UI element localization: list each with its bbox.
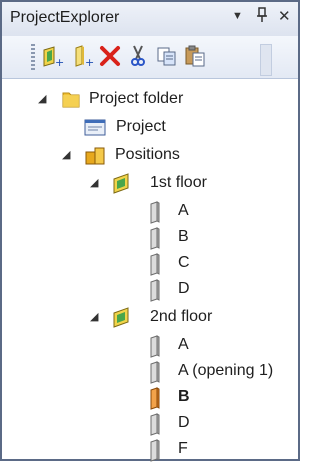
tree-node-element[interactable]: D bbox=[2, 278, 292, 304]
svg-text:+: + bbox=[55, 56, 64, 68]
pin-icon bbox=[257, 7, 267, 22]
element-icon bbox=[147, 412, 163, 441]
element-icon bbox=[147, 278, 163, 307]
tree-label: C bbox=[178, 254, 190, 271]
tree-label: A bbox=[178, 202, 189, 219]
tree-label: Positions bbox=[115, 146, 180, 163]
element-icon bbox=[147, 200, 163, 229]
project-tree: ◢ Project folder Project ◢ Positions ◢ 1… bbox=[2, 78, 298, 462]
toolbar-grip[interactable] bbox=[31, 44, 35, 70]
close-button[interactable]: ✕ bbox=[278, 7, 291, 25]
toolbar: + + bbox=[2, 36, 298, 79]
cut-icon bbox=[131, 45, 145, 66]
delete-button[interactable] bbox=[97, 43, 123, 69]
tree-label: A (opening 1) bbox=[178, 362, 274, 379]
tree-node-element[interactable]: C bbox=[2, 252, 292, 278]
pin-button[interactable] bbox=[256, 7, 268, 26]
tree-node-element[interactable]: D bbox=[2, 412, 292, 438]
tree-label: Project bbox=[116, 118, 166, 135]
tree-label: 2nd floor bbox=[150, 308, 213, 325]
collapse-arrow-icon[interactable]: ◢ bbox=[38, 92, 52, 108]
delete-icon bbox=[100, 46, 120, 66]
tree-node-element[interactable]: A (opening 1) bbox=[2, 360, 292, 386]
tree-label: B bbox=[178, 228, 189, 245]
new-element-icon: + bbox=[75, 45, 94, 68]
project-icon bbox=[84, 118, 106, 143]
panel-title-bar: ProjectExplorer ▼ ✕ bbox=[2, 2, 298, 37]
tree-label: Project folder bbox=[89, 90, 184, 107]
new-position-button[interactable]: + bbox=[39, 43, 65, 69]
cut-button[interactable] bbox=[125, 43, 151, 69]
new-element-button[interactable]: + bbox=[69, 43, 95, 69]
tree-label: B bbox=[178, 388, 190, 405]
floor-icon bbox=[111, 172, 135, 199]
tree-node-project[interactable]: Project bbox=[2, 116, 292, 142]
tree-label: D bbox=[178, 280, 190, 297]
collapse-arrow-icon[interactable]: ◢ bbox=[90, 310, 104, 326]
selected-element-icon bbox=[147, 386, 163, 415]
tree-label: A bbox=[178, 336, 189, 353]
paste-button[interactable] bbox=[182, 43, 208, 69]
tree-node-project-folder[interactable]: ◢ Project folder bbox=[2, 88, 292, 114]
tree-label: 1st floor bbox=[150, 174, 207, 191]
collapse-arrow-icon[interactable]: ◢ bbox=[90, 176, 104, 192]
floor-icon bbox=[111, 306, 135, 333]
toolbar-overflow-button[interactable] bbox=[260, 44, 272, 76]
tree-node-element[interactable]: A bbox=[2, 334, 292, 360]
collapse-arrow-icon[interactable]: ◢ bbox=[62, 148, 76, 164]
copy-button[interactable] bbox=[154, 43, 180, 69]
tree-node-1st-floor[interactable]: ◢ 1st floor bbox=[2, 172, 292, 198]
tree-node-element[interactable]: B bbox=[2, 226, 292, 252]
folder-icon bbox=[60, 88, 82, 115]
project-explorer-panel: ProjectExplorer ▼ ✕ + + ◢ Project folder… bbox=[0, 0, 300, 462]
tree-node-element[interactable]: A bbox=[2, 200, 292, 226]
copy-icon bbox=[157, 47, 176, 66]
tree-label: D bbox=[178, 414, 190, 431]
element-icon bbox=[147, 438, 163, 467]
positions-icon bbox=[84, 144, 106, 171]
tree-node-element[interactable]: F bbox=[2, 438, 292, 464]
element-icon bbox=[147, 334, 163, 363]
tree-node-element-selected[interactable]: B bbox=[2, 386, 292, 412]
svg-text:+: + bbox=[85, 56, 94, 68]
tree-label: F bbox=[178, 440, 188, 457]
tree-node-2nd-floor[interactable]: ◢ 2nd floor bbox=[2, 306, 292, 332]
panel-menu-button[interactable]: ▼ bbox=[232, 10, 243, 22]
element-icon bbox=[147, 252, 163, 281]
paste-icon bbox=[185, 45, 205, 67]
tree-node-positions[interactable]: ◢ Positions bbox=[2, 144, 292, 170]
panel-title: ProjectExplorer bbox=[10, 9, 120, 26]
element-icon bbox=[147, 226, 163, 255]
element-icon bbox=[147, 360, 163, 389]
new-position-icon: + bbox=[43, 46, 64, 68]
